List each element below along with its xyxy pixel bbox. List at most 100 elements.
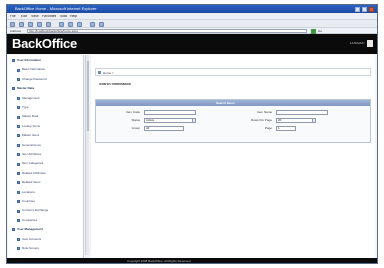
- folder-icon: [17, 237, 20, 241]
- breadcrumb-text[interactable]: Home >: [103, 72, 114, 75]
- sidebar-item[interactable]: General Items: [22, 144, 41, 147]
- folder-icon: [17, 219, 20, 222]
- folder-icon: [12, 87, 15, 91]
- status-label: Status: [131, 119, 140, 122]
- sidebar-item[interactable]: Role Groups: [22, 247, 39, 250]
- folder-icon: [17, 125, 20, 128]
- menu-view[interactable]: View: [31, 15, 39, 19]
- stop-icon[interactable]: [28, 21, 33, 27]
- menu-bar: File Edit View Favorites Tools Help: [7, 13, 377, 20]
- menu-file[interactable]: File: [10, 15, 16, 19]
- panel-header: Search Items: [96, 100, 370, 106]
- rows-per-page-select[interactable]: 20: [276, 118, 316, 123]
- sidebar-group-heading[interactable]: User Management: [17, 228, 43, 231]
- sidebar-item[interactable]: Related Attributes: [22, 172, 46, 175]
- sidebar-scrollbar[interactable]: [85, 55, 89, 255]
- sidebar-item[interactable]: Management: [22, 97, 40, 100]
- logout-icon[interactable]: [367, 40, 373, 47]
- sidebar-item[interactable]: Master Items: [22, 134, 39, 137]
- folder-icon: [12, 59, 15, 63]
- minimize-button[interactable]: [355, 6, 360, 12]
- page-value: 1: [278, 126, 280, 130]
- sidebar-item[interactable]: Basic Information: [22, 68, 45, 71]
- group-select[interactable]: All: [144, 126, 184, 131]
- search-panel: Search Items Item Code Item Name Status …: [95, 99, 371, 143]
- folder-icon: [17, 162, 20, 166]
- chevron-down-icon[interactable]: [312, 119, 315, 122]
- menu-edit[interactable]: Edit: [21, 15, 27, 19]
- folder-icon: [17, 96, 20, 100]
- browser-window: BackOffice Home - Microsoft Internet Exp…: [6, 4, 378, 264]
- folder-icon: [17, 68, 20, 72]
- sidebar-item[interactable]: Companies: [22, 219, 37, 222]
- sidebar-item[interactable]: Change Password: [22, 78, 47, 81]
- rows-per-page-value: 20: [278, 118, 282, 122]
- favorites-icon[interactable]: [68, 21, 73, 27]
- folder-icon: [17, 143, 20, 147]
- sidebar-item[interactable]: Currency Exchange: [22, 209, 48, 212]
- menu-favorites[interactable]: Favorites: [42, 15, 56, 19]
- breadcrumb: Home >: [95, 68, 371, 76]
- rows-per-page-label: Rows Per Page: [251, 119, 272, 122]
- folder-icon: [17, 200, 20, 204]
- folder-icon: [17, 209, 20, 213]
- item-code-input[interactable]: [144, 110, 196, 115]
- section-title: Search Information: [99, 83, 131, 86]
- folder-icon: [17, 153, 20, 157]
- main-content: Home > Search Information Search Items I…: [91, 55, 375, 258]
- print-icon[interactable]: [99, 21, 104, 27]
- mail-icon[interactable]: [90, 21, 95, 27]
- folder-icon: [17, 181, 20, 185]
- sidebar-group-heading[interactable]: User Information: [17, 59, 41, 62]
- address-label: Address: [10, 29, 22, 33]
- sidebar-item[interactable]: Locations: [22, 191, 35, 194]
- status-value: Active: [146, 118, 155, 122]
- search-icon[interactable]: [59, 21, 64, 27]
- maximize-button[interactable]: [362, 6, 367, 12]
- status-select[interactable]: Active: [144, 118, 196, 123]
- chevron-down-icon[interactable]: [192, 119, 195, 122]
- app-footer: Copyright 2008 BackOffice. All Rights Re…: [7, 258, 377, 263]
- sidebar-item[interactable]: Lookup Items: [22, 125, 40, 128]
- go-icon[interactable]: [311, 28, 316, 34]
- forward-icon[interactable]: [19, 21, 24, 27]
- folder-icon: [17, 78, 20, 81]
- sidebar-item[interactable]: User Accounts: [22, 238, 41, 241]
- folder-icon: [17, 134, 20, 138]
- page-label: Page: [264, 127, 272, 130]
- menu-tools[interactable]: Tools: [59, 15, 67, 19]
- folder-icon: [17, 106, 20, 110]
- window-title: BackOffice Home - Microsoft Internet Exp…: [15, 7, 97, 11]
- scrollbar-thumb[interactable]: [87, 61, 89, 131]
- close-button[interactable]: [369, 6, 374, 12]
- logout-link[interactable]: LOGOUT: [350, 42, 365, 46]
- back-icon[interactable]: [10, 21, 15, 27]
- group-value: All: [146, 126, 150, 130]
- folder-icon: [17, 172, 20, 175]
- item-name-label: Item Name: [257, 111, 272, 114]
- refresh-icon[interactable]: [37, 21, 42, 27]
- group-label: Group: [131, 127, 140, 130]
- item-code-label: Item Code: [126, 111, 140, 114]
- home-icon: [98, 71, 101, 74]
- sidebar-item[interactable]: Master Data: [22, 115, 38, 118]
- sidebar-item[interactable]: Countries: [22, 200, 35, 203]
- folder-icon: [17, 190, 20, 194]
- history-icon[interactable]: [77, 21, 82, 27]
- sidebar-item[interactable]: Type: [22, 106, 29, 109]
- home-icon[interactable]: [46, 21, 51, 27]
- browser-toolbar: [7, 20, 377, 28]
- item-name-input[interactable]: [276, 110, 328, 115]
- sidebar-item[interactable]: Related Items: [22, 181, 41, 184]
- folder-icon: [12, 228, 15, 232]
- menu-help[interactable]: Help: [70, 15, 77, 19]
- sidebar-group-heading[interactable]: Master Data: [17, 87, 34, 90]
- app-logo: BackOffice: [12, 37, 77, 50]
- panel-title: Search Items: [216, 101, 235, 105]
- sidebar-nav: User Information Basic Information Change …: [8, 55, 84, 258]
- sidebar-item[interactable]: Item Categories: [22, 162, 43, 165]
- page-input[interactable]: 1: [276, 126, 296, 131]
- sidebar-item[interactable]: Item Attributes: [22, 153, 41, 156]
- go-button[interactable]: Go: [318, 30, 322, 33]
- url-field[interactable]: http://localhost/backoffice/home.aspx: [27, 29, 307, 33]
